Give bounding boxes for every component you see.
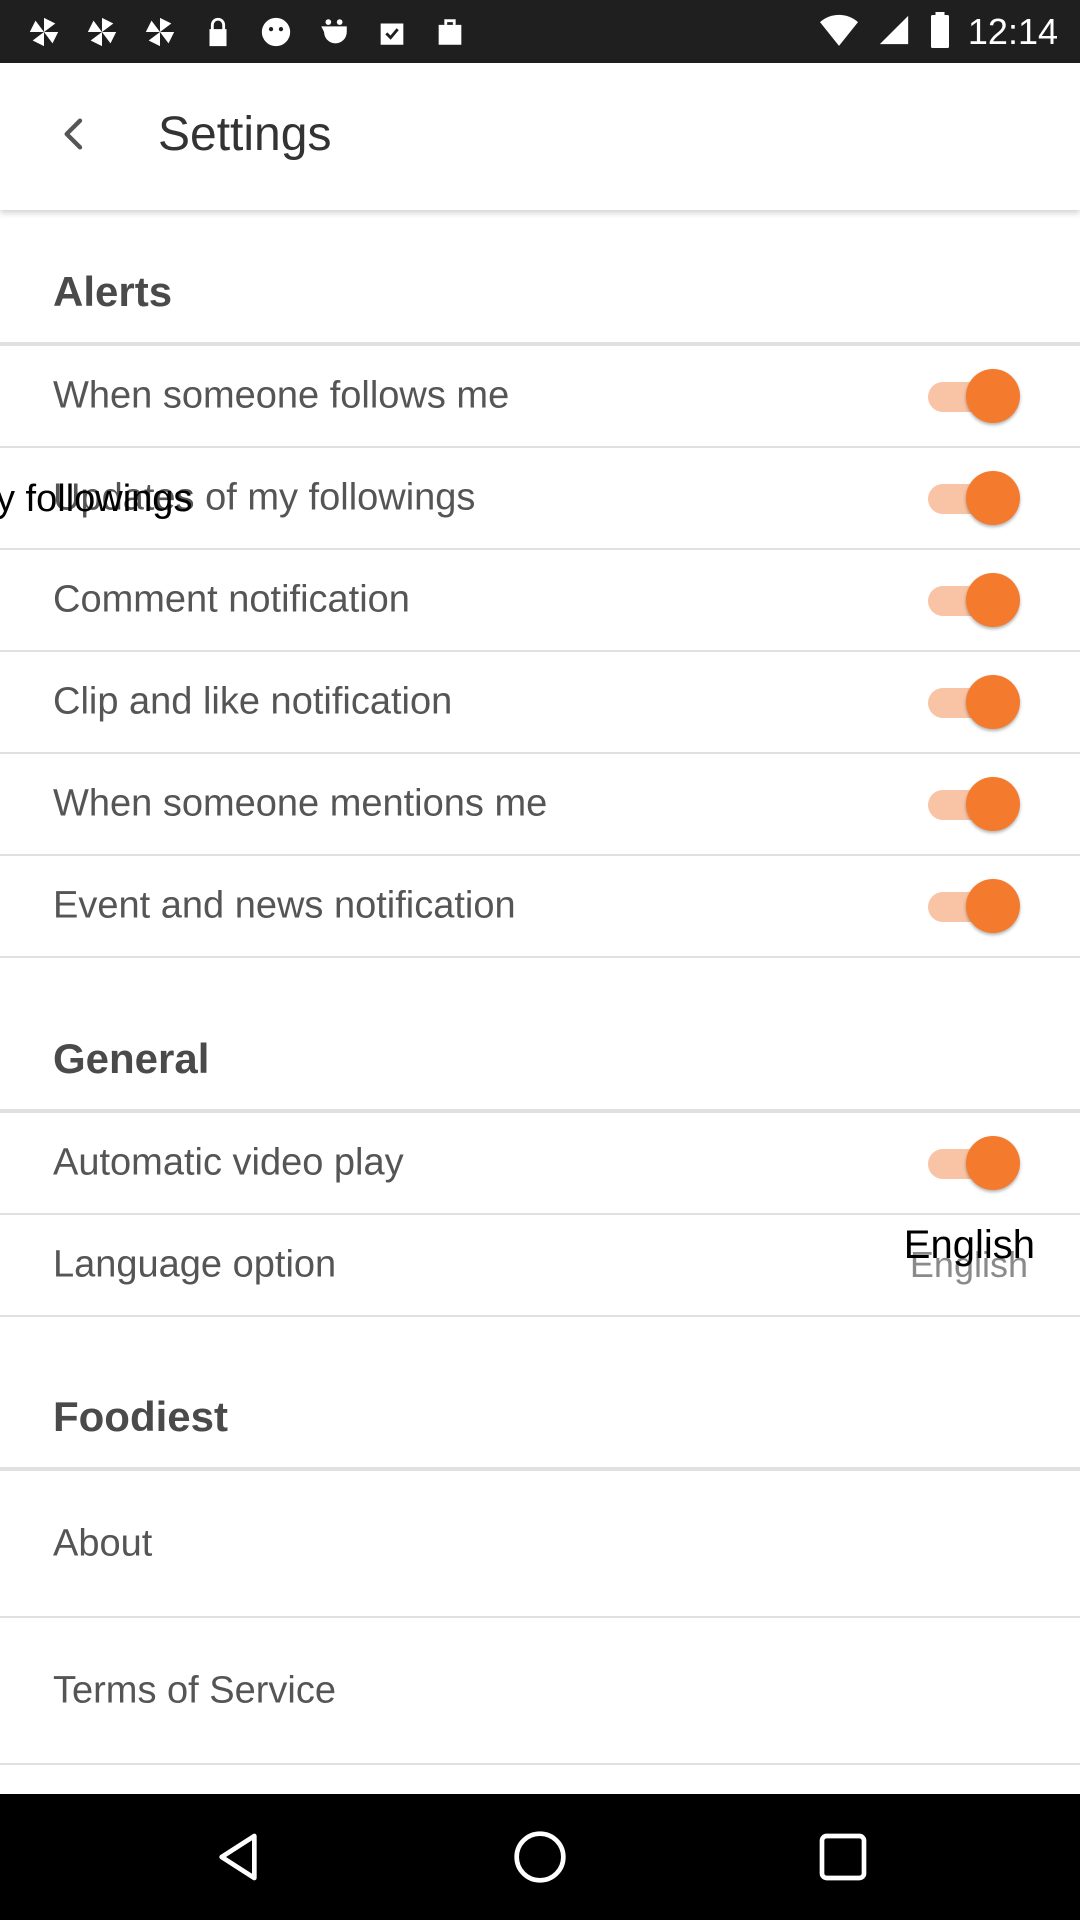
cookie-icon bbox=[316, 14, 352, 50]
home-circle-icon bbox=[514, 1831, 566, 1883]
language-value-overlay: English bbox=[903, 1223, 1035, 1267]
setting-row-language-option[interactable]: Language option English English bbox=[0, 1215, 1080, 1317]
setting-row-clip-like[interactable]: Clip and like notification bbox=[0, 652, 1080, 754]
app-bar: Settings bbox=[0, 63, 1080, 210]
section-header-alerts: Alerts bbox=[0, 210, 1080, 346]
section-header-foodiest: Foodiest bbox=[0, 1317, 1080, 1471]
checkbox-bag-icon bbox=[374, 14, 410, 50]
nav-recents-button[interactable] bbox=[813, 1827, 873, 1887]
system-nav-bar bbox=[0, 1794, 1080, 1920]
nav-back-button[interactable] bbox=[208, 1827, 268, 1887]
setting-label: Language option bbox=[53, 1243, 337, 1286]
follows-me-toggle[interactable] bbox=[928, 369, 1020, 423]
settings-screen: 12:14 Settings Alerts When someone follo… bbox=[0, 0, 1080, 1920]
setting-label: About bbox=[53, 1522, 153, 1564]
event-news-toggle[interactable] bbox=[928, 879, 1020, 933]
clip-like-toggle[interactable] bbox=[928, 675, 1020, 729]
back-arrow-icon bbox=[64, 118, 83, 150]
setting-label: Automatic video play bbox=[53, 1141, 404, 1184]
setting-row-auto-video-play[interactable]: Automatic video play bbox=[0, 1113, 1080, 1215]
page-title: Settings bbox=[158, 108, 332, 161]
section-title: Alerts bbox=[53, 268, 173, 315]
lock-icon bbox=[200, 14, 236, 50]
notification-icons bbox=[26, 14, 468, 50]
setting-label: When someone follows me bbox=[53, 374, 510, 417]
battery-icon bbox=[930, 11, 950, 53]
wifi-icon bbox=[819, 14, 858, 51]
settings-list: Alerts When someone follows me Updates o… bbox=[0, 210, 1080, 1765]
clock-time: 12:14 bbox=[967, 11, 1058, 52]
setting-label: Clip and like notification bbox=[53, 680, 453, 723]
setting-row-follows-me[interactable]: When someone follows me bbox=[0, 346, 1080, 448]
overlay-label: y followings bbox=[0, 478, 193, 520]
back-button[interactable] bbox=[40, 99, 110, 169]
followings-updates-toggle[interactable] bbox=[928, 471, 1020, 525]
setting-label: Comment notification bbox=[53, 578, 410, 621]
setting-row-comment-notification[interactable]: Comment notification bbox=[0, 550, 1080, 652]
shopping-bag-icon bbox=[432, 14, 468, 50]
system-status: 12:14 bbox=[819, 10, 1058, 54]
setting-row-terms-of-service[interactable]: Terms of Service bbox=[0, 1618, 1080, 1765]
status-bar: 12:14 bbox=[0, 0, 1080, 63]
face-icon bbox=[258, 14, 294, 50]
section-title: General bbox=[53, 1035, 210, 1082]
comment-notification-toggle[interactable] bbox=[928, 573, 1020, 627]
signal-icon bbox=[876, 13, 912, 52]
setting-row-about[interactable]: About bbox=[0, 1471, 1080, 1618]
mentions-me-toggle[interactable] bbox=[928, 777, 1020, 831]
section-title: Foodiest bbox=[53, 1393, 228, 1440]
back-triangle-icon bbox=[219, 1833, 257, 1881]
pinwheel-icon bbox=[84, 14, 120, 50]
auto-video-play-toggle[interactable] bbox=[928, 1136, 1020, 1190]
setting-label: Event and news notification bbox=[53, 884, 516, 927]
setting-row-event-news[interactable]: Event and news notification bbox=[0, 856, 1080, 958]
setting-row-mentions-me[interactable]: When someone mentions me bbox=[0, 754, 1080, 856]
setting-label: When someone mentions me bbox=[53, 782, 548, 825]
section-header-general: General bbox=[0, 958, 1080, 1113]
nav-home-button[interactable] bbox=[510, 1827, 570, 1887]
recents-square-icon bbox=[819, 1833, 867, 1881]
setting-row-followings-updates[interactable]: Updates of my followings y followings bbox=[0, 448, 1080, 550]
setting-label: Terms of Service bbox=[53, 1669, 336, 1711]
pinwheel-icon bbox=[142, 14, 178, 50]
pinwheel-icon bbox=[26, 14, 62, 50]
